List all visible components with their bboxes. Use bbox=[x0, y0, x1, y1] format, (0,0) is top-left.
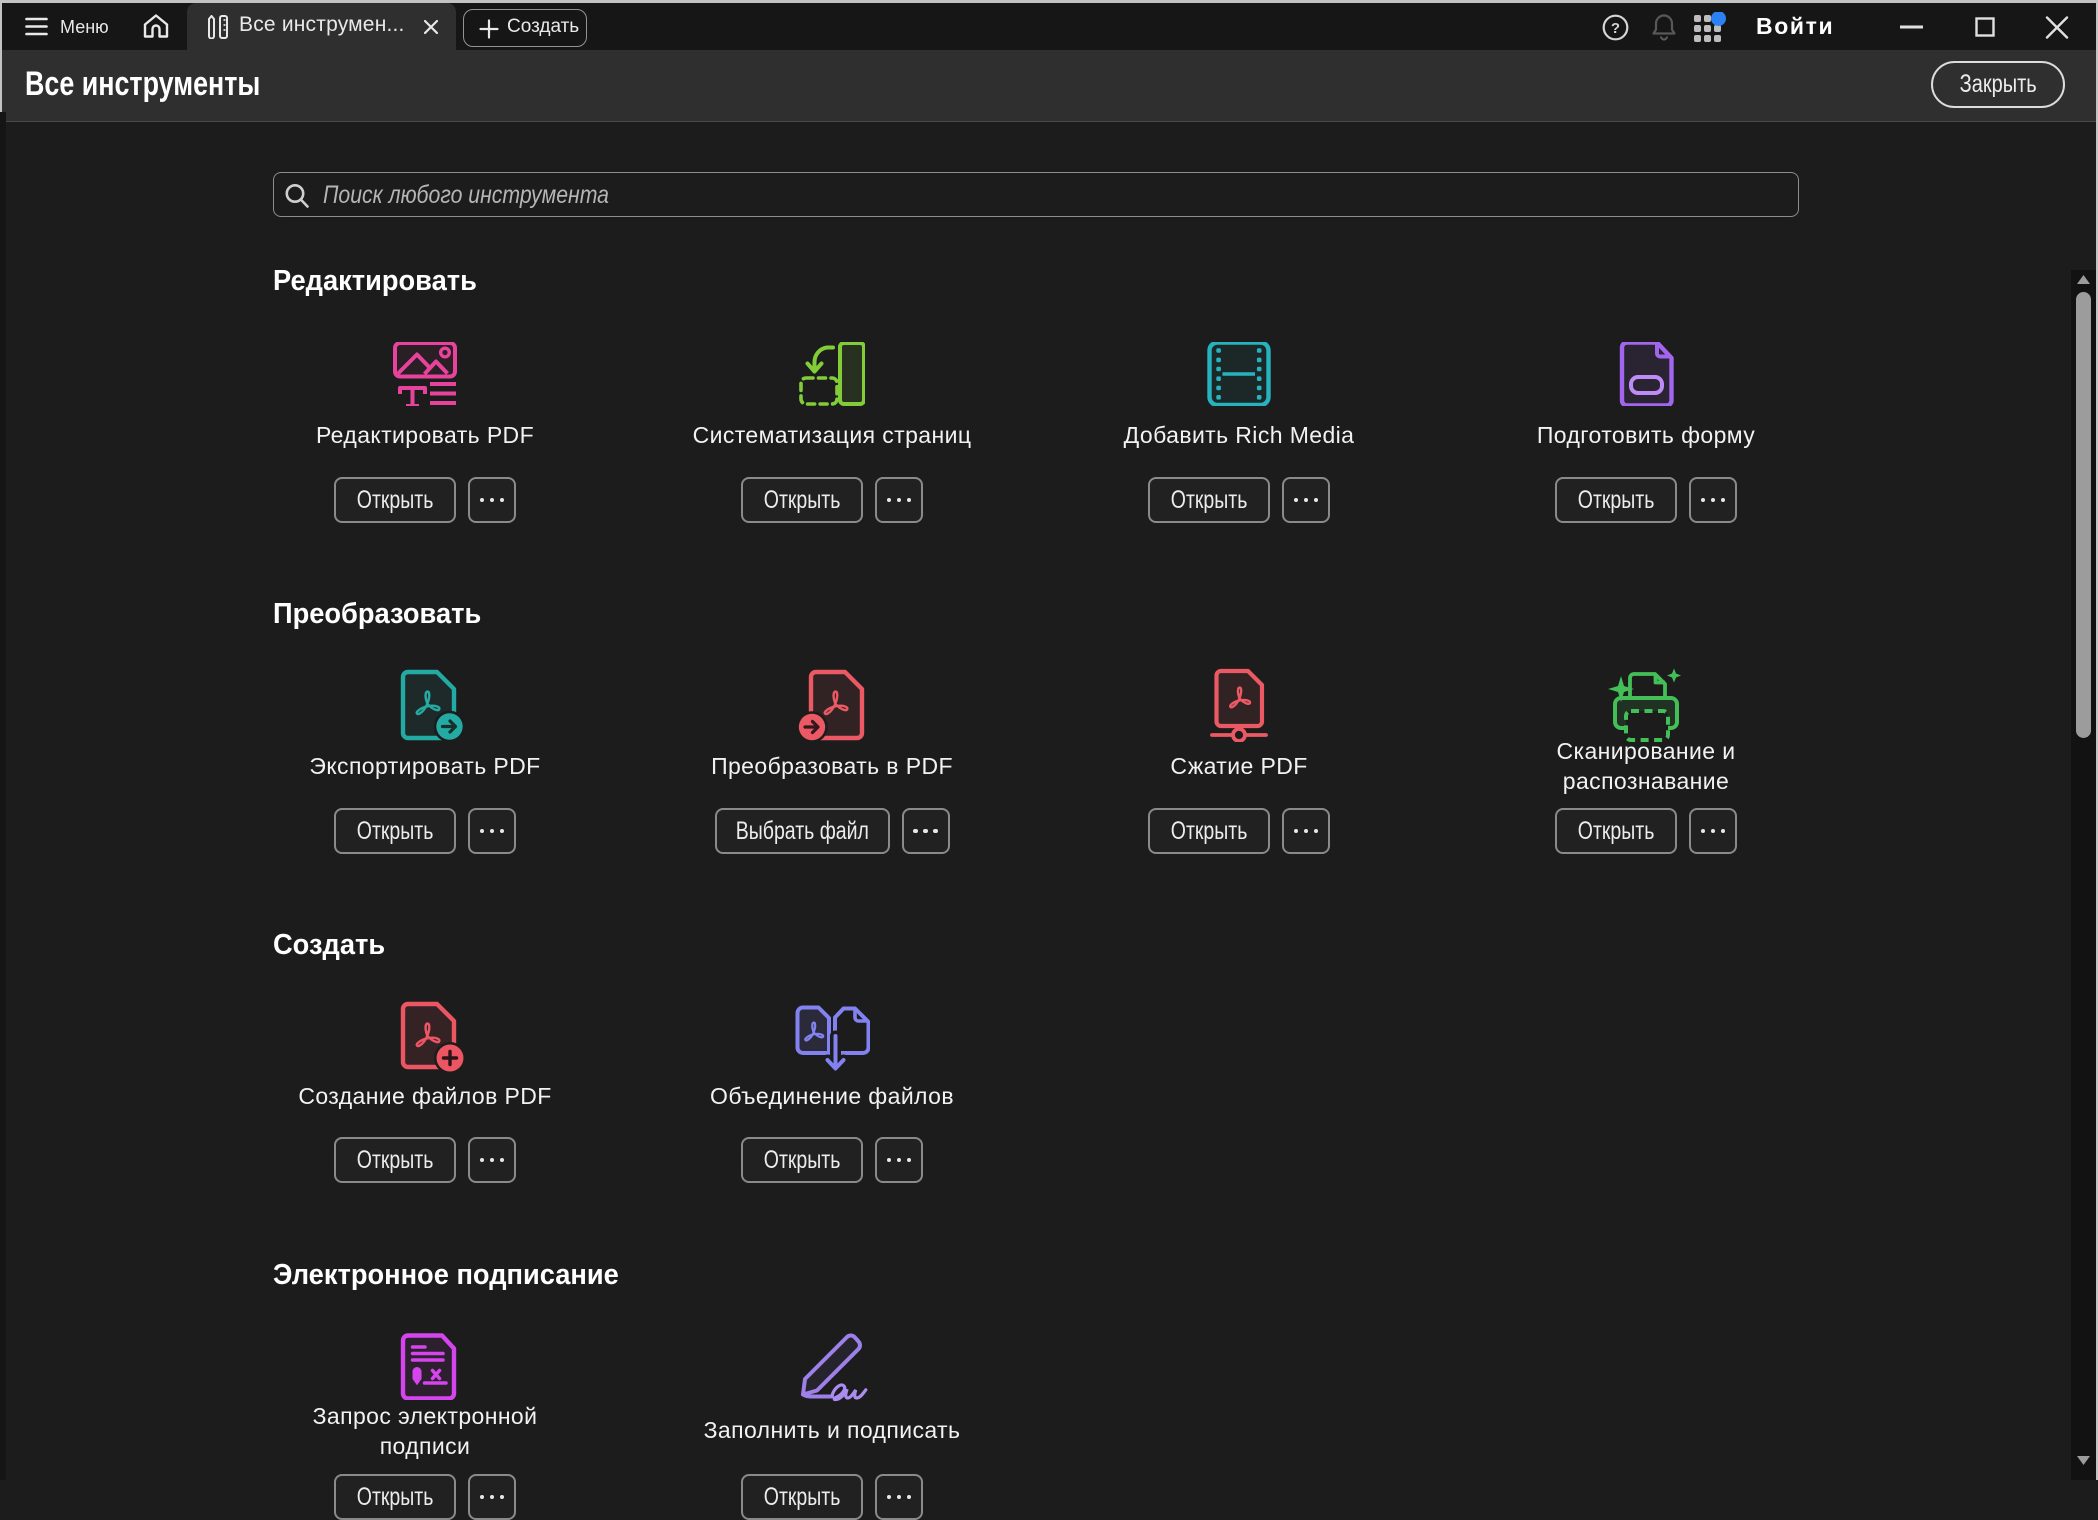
svg-text:?: ? bbox=[1611, 20, 1620, 37]
